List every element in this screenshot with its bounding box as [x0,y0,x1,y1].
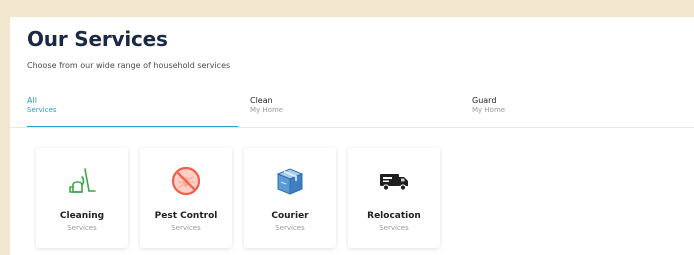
service-card-relocation[interactable]: Relocation Services [348,148,440,248]
service-sublabel-relocation: Services [379,224,409,232]
service-label-relocation: Relocation [367,211,421,221]
vacuum-cleaner-icon [69,168,96,193]
page-title: Our Services [27,27,168,51]
services-panel: Our Services Choose from our wide range … [10,17,694,255]
tab-clean-my-home-sublabel: My Home [250,106,284,114]
moving-truck-icon [380,174,408,191]
package-box-icon [276,168,304,195]
tab-all-services-label: All [27,96,37,105]
tab-guard-my-home-label: Guard [472,96,497,105]
service-card-cleaning[interactable]: Cleaning Services [36,148,128,248]
tab-clean-my-home-label: Clean [250,96,273,105]
service-card-courier[interactable]: Courier Services [244,148,336,248]
service-sublabel-pest-control: Services [171,224,201,232]
service-sublabel-cleaning: Services [67,224,97,232]
service-label-cleaning: Cleaning [59,211,105,221]
tab-all-services[interactable]: All Services [27,91,249,128]
service-tabs: All Services Clean My Home Guard My Home [10,91,694,128]
no-pest-icon [171,166,201,196]
page-subtitle: Choose from our wide range of household … [27,61,231,70]
service-sublabel-courier: Services [275,224,305,232]
tab-clean-my-home[interactable]: Clean My Home [250,91,472,127]
tab-all-services-sublabel: Services [27,106,57,114]
service-label-pest-control: Pest Control [154,211,218,221]
service-card-pest-control[interactable]: Pest Control Services [140,148,232,248]
tabs-divider [10,127,694,128]
tab-guard-my-home[interactable]: Guard My Home [472,91,694,127]
service-label-courier: Courier [271,211,309,221]
tab-guard-my-home-sublabel: My Home [472,106,506,114]
